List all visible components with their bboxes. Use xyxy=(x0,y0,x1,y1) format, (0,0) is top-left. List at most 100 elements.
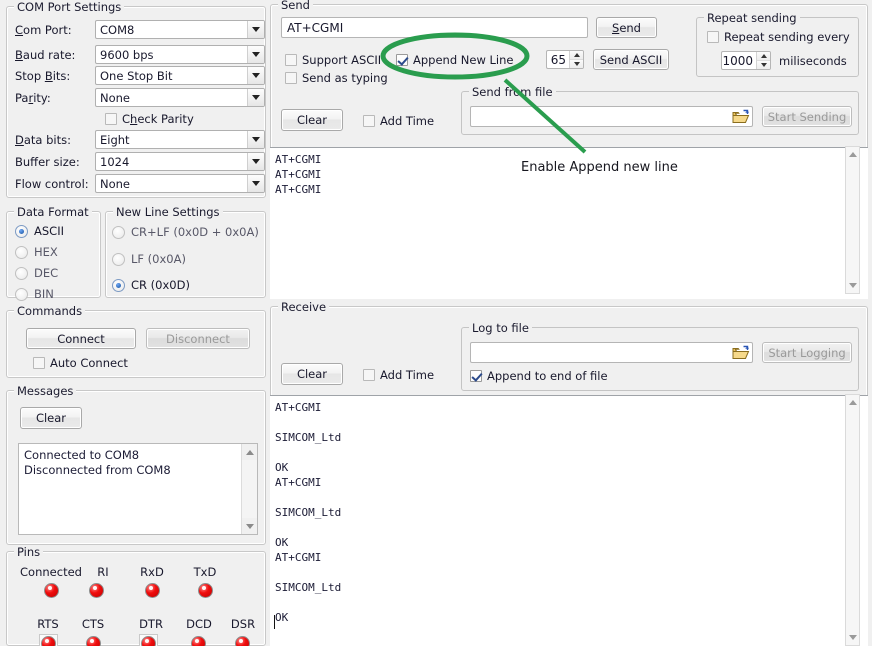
scroll-down-icon[interactable] xyxy=(242,518,257,534)
pin-led-rts xyxy=(41,636,56,646)
buffer-size-label: Buffer size: xyxy=(15,155,80,169)
parity-value: None xyxy=(100,91,247,105)
scroll-up-icon[interactable] xyxy=(846,147,859,162)
radio-button xyxy=(112,226,125,239)
flow-control-select[interactable]: None xyxy=(95,174,265,193)
auto-connect-checkbox[interactable]: Auto Connect xyxy=(33,356,128,370)
com-port-settings-group: COM Port Settings Com Port: COM8 Baud ra… xyxy=(6,6,266,198)
baud-rate-label: Baud rate: xyxy=(15,48,75,62)
radio-button xyxy=(15,267,28,280)
scroll-up-icon[interactable] xyxy=(846,395,859,410)
messages-clear-button[interactable]: Clear xyxy=(20,407,82,429)
log-to-file-path-input[interactable] xyxy=(470,342,753,363)
buffer-size-value: 1024 xyxy=(100,155,247,169)
repeat-unit-label: miliseconds xyxy=(779,54,847,68)
com-port-select[interactable]: COM8 xyxy=(95,20,265,39)
clear-label: Clear xyxy=(297,367,327,381)
radio-data-format-dec[interactable]: DEC xyxy=(15,266,58,280)
pin-led-connected xyxy=(44,583,59,598)
radio-newline-cr[interactable]: CR (0x0D) xyxy=(112,278,190,292)
scroll-down-icon[interactable] xyxy=(846,630,859,645)
add-time-label: Add Time xyxy=(380,114,434,128)
serial-terminal-window: COM Port Settings Com Port: COM8 Baud ra… xyxy=(0,0,872,646)
buffer-size-select[interactable]: 1024 xyxy=(95,152,265,171)
radio-button xyxy=(15,225,28,238)
flow-control-value: None xyxy=(100,177,247,191)
append-new-line-checkbox[interactable]: Append New Line xyxy=(396,53,514,67)
send-ascii-button[interactable]: Send ASCII xyxy=(593,49,669,70)
add-time-label: Add Time xyxy=(380,368,434,382)
commands-title: Commands xyxy=(14,304,85,318)
send-log-scrollbar[interactable] xyxy=(845,146,860,294)
messages-log[interactable]: Connected to COM8 Disconnected from COM8 xyxy=(18,443,258,535)
spinner-up-icon[interactable] xyxy=(570,51,583,59)
connect-button[interactable]: Connect xyxy=(26,328,136,349)
data-bits-select[interactable]: Eight xyxy=(95,130,265,149)
baud-rate-select[interactable]: 9600 bps xyxy=(95,45,265,64)
folder-open-icon[interactable] xyxy=(731,344,750,361)
scroll-up-icon[interactable] xyxy=(242,444,257,460)
checkbox-box xyxy=(33,357,45,369)
receive-log-scrollbar[interactable] xyxy=(845,394,860,646)
annotation-text: Enable Append new line xyxy=(521,160,678,175)
append-to-end-checkbox[interactable]: Append to end of file xyxy=(470,369,608,383)
parity-select[interactable]: None xyxy=(95,88,265,107)
data-format-title: Data Format xyxy=(14,205,92,219)
log-to-file-group: Log to file Start Logging Append to end … xyxy=(461,327,859,391)
scroll-down-icon[interactable] xyxy=(846,278,859,293)
start-logging-button[interactable]: Start Logging xyxy=(762,342,852,363)
repeat-sending-group: Repeat sending Repeat sending every 1000… xyxy=(696,17,859,77)
stop-bits-label: Stop Bits: xyxy=(15,69,70,83)
checkbox-box xyxy=(105,113,117,125)
ascii-code-value: 65 xyxy=(547,51,569,68)
send-add-time-checkbox[interactable]: Add Time xyxy=(363,114,434,128)
send-as-typing-checkbox[interactable]: Send as typing xyxy=(285,71,388,85)
ascii-code-spinner[interactable]: 65 xyxy=(546,50,584,69)
stop-bits-select[interactable]: One Stop Bit xyxy=(95,66,265,85)
radio-data-format-bin[interactable]: BIN xyxy=(15,287,54,301)
checkbox-box xyxy=(470,370,482,382)
checkbox-box xyxy=(285,72,297,84)
pin-led-cts xyxy=(86,636,101,646)
pin-label-rts: RTS xyxy=(28,617,68,631)
folder-open-icon[interactable] xyxy=(731,108,750,125)
data-format-group: Data Format ASCII HEX DEC BIN xyxy=(6,211,101,298)
messages-scrollbar[interactable] xyxy=(241,444,257,534)
receive-add-time-checkbox[interactable]: Add Time xyxy=(363,368,434,382)
text-caret xyxy=(274,615,275,629)
send-from-file-path-input[interactable] xyxy=(470,106,753,127)
send-clear-button[interactable]: Clear xyxy=(281,109,343,131)
pin-label-dsr: DSR xyxy=(223,617,263,631)
send-title: Send xyxy=(278,0,313,12)
radio-data-format-ascii[interactable]: ASCII xyxy=(15,224,64,238)
checkbox-box xyxy=(707,31,719,43)
disconnect-button[interactable]: Disconnect xyxy=(146,328,250,349)
repeat-interval-spinner[interactable]: 1000 xyxy=(721,51,771,70)
start-sending-button[interactable]: Start Sending xyxy=(762,106,852,127)
check-parity-checkbox[interactable]: Check Parity xyxy=(105,112,194,126)
pin-led-rxd xyxy=(145,583,160,598)
com-port-settings-title: COM Port Settings xyxy=(14,0,124,14)
spinner-up-icon[interactable] xyxy=(757,52,770,60)
radio-data-format-hex[interactable]: HEX xyxy=(15,245,58,259)
spinner-buttons[interactable] xyxy=(756,52,770,69)
support-ascii-checkbox[interactable]: Support ASCII xyxy=(285,53,381,67)
messages-group: Messages Clear Connected to COM8 Disconn… xyxy=(6,390,266,545)
radio-newline-crlf[interactable]: CR+LF (0x0D + 0x0A) xyxy=(112,225,259,239)
send-command-input[interactable]: AT+CGMI xyxy=(281,17,588,38)
auto-connect-label: Auto Connect xyxy=(50,356,128,370)
spinner-buttons[interactable] xyxy=(569,51,583,68)
spinner-down-icon[interactable] xyxy=(757,60,770,69)
com-port-label: Com Port: xyxy=(15,23,72,37)
send-group: Send AT+CGMI Send Support ASCII Append N… xyxy=(270,4,868,298)
spinner-down-icon[interactable] xyxy=(570,59,583,68)
receive-log-area[interactable]: AT+CGMI SIMCOM_Ltd OK AT+CGMI SIMCOM_Ltd… xyxy=(270,395,868,646)
repeat-sending-checkbox[interactable]: Repeat sending every xyxy=(707,30,850,44)
send-button[interactable]: Send xyxy=(596,17,657,38)
receive-clear-button[interactable]: Clear xyxy=(281,363,343,385)
send-command-value: AT+CGMI xyxy=(287,21,343,35)
radio-newline-lf[interactable]: LF (0x0A) xyxy=(112,252,186,266)
radio-button xyxy=(15,288,28,301)
messages-title: Messages xyxy=(14,384,76,398)
pin-label-rxd: RxD xyxy=(132,565,172,579)
